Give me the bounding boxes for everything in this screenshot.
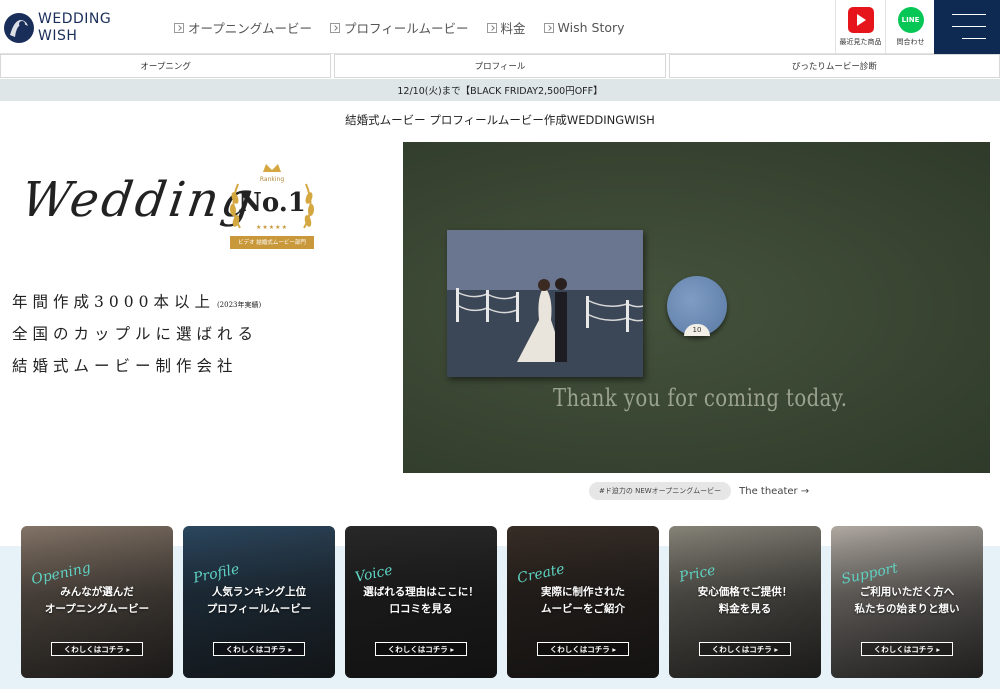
- recent-items-button[interactable]: 最近見た商品: [835, 0, 885, 54]
- wedding-photo-image: [447, 230, 643, 377]
- site-header: WEDDING WISH オープニングムービー プロフィールムービー 料金 Wi…: [0, 0, 1000, 54]
- card-more-button[interactable]: くわしくはコチラ ▸: [699, 642, 791, 656]
- video-overlay-text: Thank you for coming today.: [553, 384, 848, 412]
- site-title: 結婚式ムービー プロフィールムービー作成WEDDINGWISH: [345, 113, 655, 127]
- chevron-box-icon: [174, 22, 184, 33]
- tagline-line-2: 全国のカップルに選ばれる: [12, 325, 259, 343]
- sub-tabs: オープニング プロフィール ぴったりムービー診断: [0, 54, 1000, 78]
- feature-card-samples[interactable]: Create 実際に制作された ムービーをご紹介 くわしくはコチラ ▸: [507, 526, 659, 678]
- play-icon: [847, 7, 874, 33]
- badge-no1-text: No.1: [238, 188, 306, 218]
- contact-button[interactable]: LINE 問合わせ: [885, 0, 935, 54]
- card-more-button[interactable]: くわしくはコチラ ▸: [51, 642, 143, 656]
- chevron-box-icon: [486, 22, 497, 33]
- chevron-box-icon: [330, 22, 341, 33]
- recent-items-label: 最近見た商品: [839, 38, 882, 46]
- chevron-box-icon: [543, 22, 554, 33]
- logo[interactable]: WEDDING WISH: [0, 8, 130, 48]
- tagline-text: 年間作成3000本以上: [12, 293, 215, 311]
- menu-bar-icon: [952, 26, 986, 27]
- theater-link[interactable]: The theater →: [739, 486, 809, 497]
- disc-number: 10: [684, 324, 710, 336]
- menu-bar-icon: [962, 38, 986, 39]
- feature-cards: Opening みんなが選んだ オープニングムービー くわしくはコチラ ▸ Profi…: [21, 526, 983, 678]
- tab-movie-diagnosis[interactable]: ぴったりムービー診断: [668, 54, 1000, 78]
- caption-tag[interactable]: #ド迫力の NEWオープニングムービー: [589, 482, 732, 500]
- card-title: みんなが選んだ オープニングムービー: [44, 586, 150, 615]
- badge-ribbon-text: ビデオ 結婚式ムービー部門: [238, 240, 306, 246]
- badge-stars: ★★★★★: [256, 224, 288, 231]
- page-number-disc: 10: [667, 276, 727, 336]
- card-more-button[interactable]: くわしくはコチラ ▸: [861, 642, 953, 656]
- line-icon: LINE: [897, 7, 924, 33]
- logo-line-1: WEDDING: [38, 11, 112, 27]
- logo-text: WEDDING WISH: [38, 11, 111, 45]
- nav-opening[interactable]: オープニングムービー: [174, 18, 312, 37]
- ranking-badge: Ranking No.1 ★★★★★ ビデオ 結婚式ムービー部門: [222, 158, 322, 258]
- video-caption: #ド迫力の NEWオープニングムービー The theater →: [589, 482, 809, 500]
- nav-wish-story[interactable]: Wish Story: [543, 18, 625, 37]
- card-title: 安心価格でご提供！ 料金を見る: [697, 586, 793, 615]
- feature-card-profile[interactable]: Profile 人気ランキング上位 プロフィールムービー くわしくはコチラ ▸: [183, 526, 335, 678]
- card-title: 実際に制作された ムービーをご紹介: [541, 586, 625, 615]
- wedding-photo: [447, 230, 643, 377]
- feature-card-reviews[interactable]: Voice 選ばれる理由はここに！ 口コミを見る くわしくはコチラ ▸: [345, 526, 497, 678]
- tagline-line-3: 結婚式ムービー制作会社: [12, 357, 238, 375]
- nav-profile[interactable]: プロフィールムービー: [330, 18, 469, 37]
- badge-ranking-text: Ranking: [259, 176, 285, 183]
- feature-card-about[interactable]: Support ご利用いただく方へ 私たちの始まりと想い くわしくはコチラ ▸: [831, 526, 983, 678]
- hamburger-menu-button[interactable]: [934, 0, 1000, 54]
- card-title: 選ばれる理由はここに！ 口コミを見る: [363, 586, 479, 615]
- tab-profile[interactable]: プロフィール: [334, 54, 666, 78]
- nav-label: Wish Story: [557, 20, 625, 35]
- nav-label: オープニングムービー: [188, 21, 313, 36]
- hero-video[interactable]: 10 Thank you for coming today.: [403, 142, 990, 473]
- logo-line-2: WISH: [38, 28, 78, 44]
- feature-card-pricing[interactable]: Price 安心価格でご提供！ 料金を見る くわしくはコチラ ▸: [669, 526, 821, 678]
- card-title: ご利用いただく方へ 私たちの始まりと想い: [854, 586, 960, 615]
- tab-opening[interactable]: オープニング: [0, 54, 332, 78]
- nav-label: プロフィールムービー: [344, 21, 469, 36]
- nav-price[interactable]: 料金: [486, 18, 526, 37]
- card-title: 人気ランキング上位 プロフィールムービー: [206, 586, 312, 615]
- card-more-button[interactable]: くわしくはコチラ ▸: [375, 642, 467, 656]
- tagline-line-1: 年間作成3000本以上 (2023年実績): [12, 290, 261, 322]
- main-nav: オープニングムービー プロフィールムービー 料金 Wish Story: [174, 18, 625, 37]
- menu-bar-icon: [952, 14, 986, 15]
- promo-banner[interactable]: 12/10(火)まで【BLACK FRIDAY2,500円OFF】: [0, 79, 1000, 101]
- hero-tagline: 年間作成3000本以上 (2023年実績) 全国のカップルに選ばれる 結婚式ムービ…: [12, 290, 261, 386]
- tagline-note: (2023年実績): [216, 301, 262, 309]
- logo-mark-icon: [4, 13, 34, 43]
- card-more-button[interactable]: くわしくはコチラ ▸: [537, 642, 629, 656]
- card-more-button[interactable]: くわしくはコチラ ▸: [213, 642, 305, 656]
- feature-card-opening[interactable]: Opening みんなが選んだ オープニングムービー くわしくはコチラ ▸: [21, 526, 173, 678]
- nav-label: 料金: [500, 21, 526, 36]
- contact-label: 問合わせ: [896, 38, 925, 46]
